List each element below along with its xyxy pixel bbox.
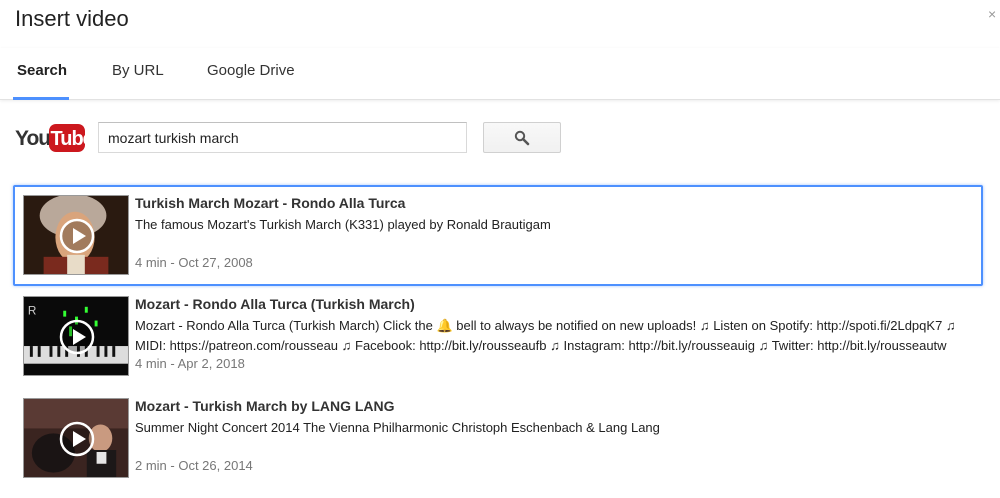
close-icon[interactable]: ×	[988, 6, 996, 22]
video-thumbnail[interactable]	[23, 398, 129, 478]
active-tab-indicator	[13, 97, 69, 100]
search-input[interactable]	[98, 122, 467, 153]
dialog-title: Insert video	[15, 6, 129, 31]
tab-search[interactable]: Search	[17, 62, 67, 79]
tab-bar: Search By URL Google Drive	[0, 48, 1000, 100]
result-description: Mozart - Rondo Alla Turca (Turkish March…	[135, 318, 956, 353]
result-meta: 2 min - Oct 26, 2014	[135, 458, 253, 473]
result-description: The famous Mozart's Turkish March (K331)…	[135, 217, 551, 232]
result-meta: 4 min - Apr 2, 2018	[135, 356, 245, 371]
play-icon[interactable]	[58, 318, 96, 356]
result-description: Summer Night Concert 2014 The Vienna Phi…	[135, 420, 660, 435]
search-button[interactable]	[483, 122, 561, 153]
tab-google-drive[interactable]: Google Drive	[207, 62, 295, 79]
play-icon[interactable]	[58, 217, 96, 255]
video-thumbnail[interactable]	[23, 195, 129, 275]
result-item[interactable]: Mozart - Turkish March by LANG LANG Summ…	[13, 388, 983, 489]
logo-you-text: You	[15, 127, 50, 150]
play-icon[interactable]	[58, 420, 96, 458]
svg-text:R: R	[28, 305, 37, 318]
tab-by-url[interactable]: By URL	[112, 62, 164, 79]
youtube-logo: You Tube	[15, 124, 86, 152]
result-title[interactable]: Turkish March Mozart - Rondo Alla Turca	[135, 195, 405, 211]
result-title[interactable]: Mozart - Rondo Alla Turca (Turkish March…	[135, 296, 415, 312]
result-title[interactable]: Mozart - Turkish March by LANG LANG	[135, 398, 395, 414]
result-item[interactable]: R Mozart - Rondo Alla Turca (Turkish Mar…	[13, 286, 983, 387]
result-meta: 4 min - Oct 27, 2008	[135, 255, 253, 270]
logo-tube-text: Tube	[51, 128, 86, 150]
video-thumbnail[interactable]: R	[23, 296, 129, 376]
result-item[interactable]: Turkish March Mozart - Rondo Alla Turca …	[13, 185, 983, 286]
search-icon	[514, 130, 530, 145]
